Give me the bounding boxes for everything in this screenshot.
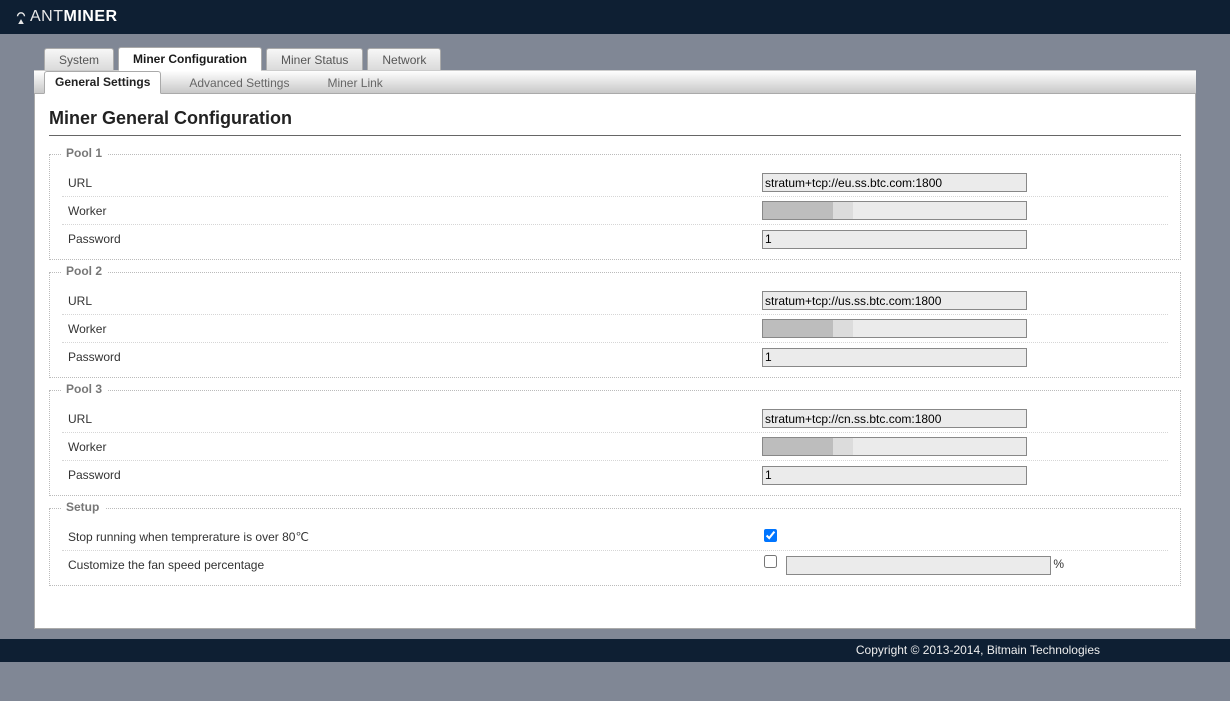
- pool2-worker-input[interactable]: [762, 319, 1027, 338]
- pool1-password-input[interactable]: [762, 230, 1027, 249]
- footer-copyright: Copyright © 2013-2014, Bitmain Technolog…: [0, 639, 1230, 662]
- legend-pool-1: Pool 1: [62, 146, 108, 160]
- main-panel: Miner General Configuration Pool 1 URL W…: [34, 94, 1196, 629]
- label-url: URL: [62, 176, 762, 190]
- pool3-password-input[interactable]: [762, 466, 1027, 485]
- fieldset-setup: Setup Stop running when temprerature is …: [49, 508, 1181, 586]
- subtab-advanced-settings[interactable]: Advanced Settings: [179, 73, 299, 94]
- subtab-general-settings[interactable]: General Settings: [44, 71, 161, 94]
- fieldset-pool-2: Pool 2 URL Worker Password: [49, 272, 1181, 378]
- tab-miner-configuration[interactable]: Miner Configuration: [118, 47, 262, 71]
- pool2-password-input[interactable]: [762, 348, 1027, 367]
- legend-pool-3: Pool 3: [62, 382, 108, 396]
- tab-system[interactable]: System: [44, 48, 114, 71]
- label-fan-speed: Customize the fan speed percentage: [62, 558, 762, 572]
- top-bar: ANTMINER: [0, 0, 1230, 34]
- secondary-tabs: General Settings Advanced Settings Miner…: [34, 70, 1196, 94]
- label-password: Password: [62, 350, 762, 364]
- pool3-worker-input[interactable]: [762, 437, 1027, 456]
- pool2-url-input[interactable]: [762, 291, 1027, 310]
- fan-unit: %: [1053, 557, 1064, 571]
- brand-logo: ANTMINER: [14, 8, 118, 26]
- label-password: Password: [62, 232, 762, 246]
- label-worker: Worker: [62, 322, 762, 336]
- label-worker: Worker: [62, 204, 762, 218]
- fieldset-pool-3: Pool 3 URL Worker Password: [49, 390, 1181, 496]
- label-url: URL: [62, 294, 762, 308]
- brand-text-ant: ANT: [30, 8, 64, 26]
- subtab-miner-link[interactable]: Miner Link: [317, 73, 392, 94]
- antenna-icon: [14, 10, 28, 24]
- label-stop-temp: Stop running when temprerature is over 8…: [62, 530, 762, 544]
- tab-miner-status[interactable]: Miner Status: [266, 48, 363, 71]
- fan-speed-checkbox[interactable]: [764, 555, 777, 568]
- legend-pool-2: Pool 2: [62, 264, 108, 278]
- fan-speed-input[interactable]: [786, 556, 1051, 575]
- pool3-url-input[interactable]: [762, 409, 1027, 428]
- fieldset-pool-1: Pool 1 URL Worker Password: [49, 154, 1181, 260]
- label-url: URL: [62, 412, 762, 426]
- tab-network[interactable]: Network: [367, 48, 441, 71]
- label-worker: Worker: [62, 440, 762, 454]
- stop-temp-checkbox[interactable]: [764, 529, 777, 542]
- divider: [49, 135, 1181, 136]
- pool1-worker-input[interactable]: [762, 201, 1027, 220]
- pool1-url-input[interactable]: [762, 173, 1027, 192]
- label-password: Password: [62, 468, 762, 482]
- legend-setup: Setup: [62, 500, 105, 514]
- primary-tabs: System Miner Configuration Miner Status …: [0, 46, 1230, 70]
- brand-text-miner: MINER: [64, 8, 118, 26]
- page-title: Miner General Configuration: [49, 108, 1181, 129]
